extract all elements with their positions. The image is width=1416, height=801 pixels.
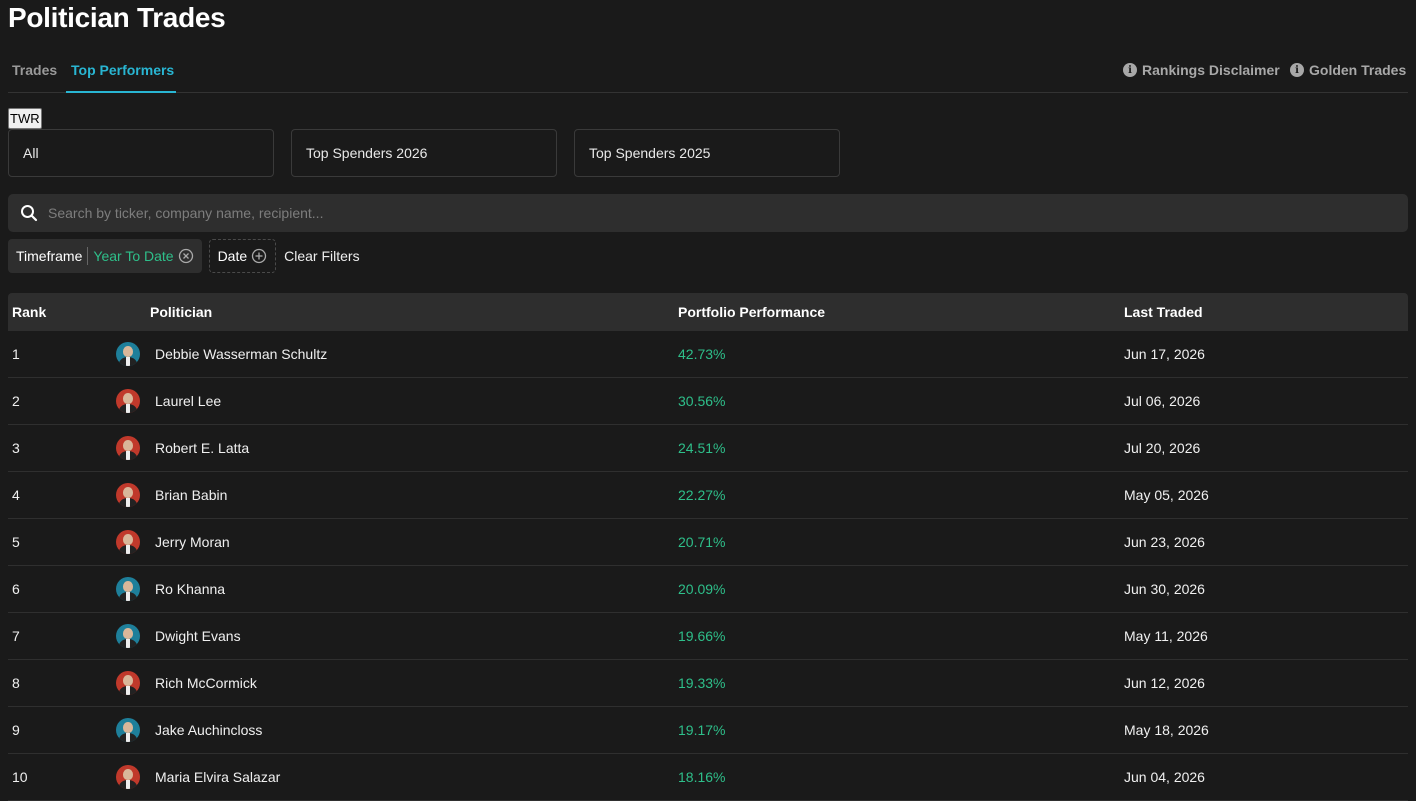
last-traded-cell: Jun 17, 2026 [1124,346,1205,362]
avatar [116,483,140,507]
politician-name[interactable]: Laurel Lee [155,393,221,409]
performance-cell: 19.66% [678,628,726,644]
golden-trades-label: Golden Trades [1309,62,1407,78]
performance-cell: 18.16% [678,769,726,785]
table-row[interactable]: 2 Laurel Lee 30.56% Jul 06, 2026 [8,378,1408,425]
performance-cell: 19.33% [678,675,726,691]
rank-cell: 3 [12,440,20,456]
last-traded-cell: Jun 12, 2026 [1124,675,1205,691]
performance-cell: 20.09% [678,581,726,597]
date-label: Date [217,248,248,264]
avatar [116,436,140,460]
table-row[interactable]: 4 Brian Babin 22.27% May 05, 2026 [8,472,1408,519]
avatar [116,765,140,789]
close-circle-icon[interactable] [178,248,194,264]
avatar [116,342,140,366]
last-traded-cell: May 05, 2026 [1124,487,1209,503]
rank-cell: 5 [12,534,20,550]
politician-name[interactable]: Brian Babin [155,487,227,503]
info-icon: i [1123,63,1137,77]
politician-name[interactable]: Jake Auchincloss [155,722,262,738]
performance-cell: 20.71% [678,534,726,550]
performance-cell: 19.17% [678,722,726,738]
politician-name[interactable]: Dwight Evans [155,628,241,644]
last-traded-cell: Jul 20, 2026 [1124,440,1201,456]
timeframe-label: Timeframe [16,248,83,264]
twr-button[interactable]: TWR [8,108,42,129]
plus-circle-icon [251,248,267,264]
table-row[interactable]: 1 Debbie Wasserman Schultz 42.73% Jun 17, 2… [8,331,1408,378]
table-row[interactable]: 6 Ro Khanna 20.09% Jun 30, 2026 [8,566,1408,613]
table-row[interactable]: 9 Jake Auchincloss 19.17% May 18, 2026 [8,707,1408,754]
search-input[interactable] [46,204,1350,222]
rankings-table: Rank Politician Portfolio Performance La… [8,293,1408,801]
rank-cell: 2 [12,393,20,409]
rank-cell: 8 [12,675,20,691]
info-icon: i [1290,63,1304,77]
table-row[interactable]: 3 Robert E. Latta 24.51% Jul 20, 2026 [8,425,1408,472]
rank-cell: 7 [12,628,20,644]
politician-name[interactable]: Maria Elvira Salazar [155,769,280,785]
rankings-disclaimer-label: Rankings Disclaimer [1142,62,1280,78]
tab-top-performers[interactable]: Top Performers [71,62,174,78]
last-traded-cell: May 11, 2026 [1124,628,1208,644]
rank-cell: 10 [12,769,28,785]
clear-filters-button[interactable]: Clear Filters [284,248,359,264]
card-all[interactable]: All [8,129,274,177]
last-traded-cell: Jun 30, 2026 [1124,581,1205,597]
performance-cell: 24.51% [678,440,726,456]
golden-trades-link[interactable]: i Golden Trades [1290,62,1406,78]
avatar [116,530,140,554]
chip-divider [87,247,89,265]
table-header: Rank Politician Portfolio Performance La… [8,293,1408,331]
page-title: Politician Trades [8,2,226,33]
performance-cell: 22.27% [678,487,726,503]
card-top-spenders-2026[interactable]: Top Spenders 2026 [291,129,557,177]
last-traded-cell: Jul 06, 2026 [1124,393,1201,409]
last-traded-cell: Jun 23, 2026 [1124,534,1205,550]
filter-bar: Timeframe Year To Date Date Clear Filter… [8,239,360,273]
avatar [116,671,140,695]
rank-cell: 4 [12,487,20,503]
header-performance[interactable]: Portfolio Performance [678,304,825,320]
tab-trades[interactable]: Trades [12,62,57,78]
last-traded-cell: May 18, 2026 [1124,722,1209,738]
tab-bar: Trades Top Performers i Rankings Disclai… [8,56,1408,93]
card-top-spenders-2025[interactable]: Top Spenders 2025 [574,129,840,177]
politician-name[interactable]: Rich McCormick [155,675,257,691]
rank-cell: 6 [12,581,20,597]
politician-name[interactable]: Jerry Moran [155,534,230,550]
table-row[interactable]: 7 Dwight Evans 19.66% May 11, 2026 [8,613,1408,660]
timeframe-value: Year To Date [93,248,174,264]
header-politician[interactable]: Politician [150,304,212,320]
date-filter-chip[interactable]: Date [208,239,277,273]
rank-cell: 1 [12,346,20,362]
avatar [116,624,140,648]
table-row[interactable]: 8 Rich McCormick 19.33% Jun 12, 2026 [8,660,1408,707]
avatar [116,718,140,742]
rank-cell: 9 [12,722,20,738]
search-bar [8,194,1408,232]
rankings-disclaimer-link[interactable]: i Rankings Disclaimer [1123,62,1280,78]
table-row[interactable]: 5 Jerry Moran 20.71% Jun 23, 2026 [8,519,1408,566]
timeframe-filter-chip[interactable]: Timeframe Year To Date [8,239,202,273]
header-rank[interactable]: Rank [12,304,46,320]
active-tab-indicator [66,91,176,93]
performance-cell: 42.73% [678,346,726,362]
politician-name[interactable]: Debbie Wasserman Schultz [155,346,327,362]
header-last-traded[interactable]: Last Traded [1124,304,1203,320]
search-icon [21,205,38,222]
politician-name[interactable]: Robert E. Latta [155,440,249,456]
last-traded-cell: Jun 04, 2026 [1124,769,1205,785]
performance-cell: 30.56% [678,393,726,409]
politician-name[interactable]: Ro Khanna [155,581,225,597]
avatar [116,577,140,601]
avatar [116,389,140,413]
table-body: 1 Debbie Wasserman Schultz 42.73% Jun 17, 2… [8,331,1408,801]
